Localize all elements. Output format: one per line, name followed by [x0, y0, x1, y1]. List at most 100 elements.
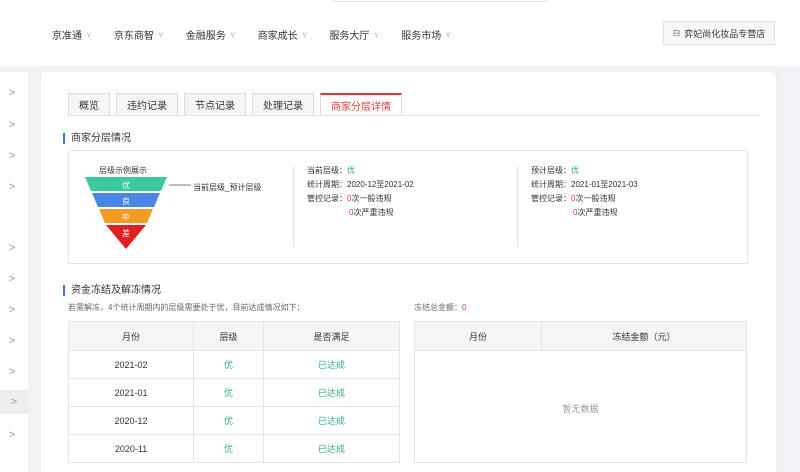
tab-handling-records[interactable]: 处理记录 — [252, 93, 314, 115]
section-title-freeze: 资金冻结及解冻情况 — [63, 285, 161, 296]
chevron-right-icon[interactable]: > — [6, 86, 18, 100]
table-header-row: 月份 层级 是否满足 — [67, 321, 401, 351]
chevron-right-icon[interactable]: > — [6, 180, 18, 194]
nav-item-label: 京东商智 — [113, 31, 154, 42]
funnel-level-label: 优 — [122, 180, 130, 190]
table-row: 2021-01 优 已达成 — [67, 378, 401, 407]
freeze-total: 冻结总金额：0 — [414, 302, 466, 313]
chevron-right-icon[interactable]: > — [6, 149, 18, 163]
tab-merchant-layer-details[interactable]: 商家分层详情 — [320, 93, 402, 115]
nav-item-label: 服务大厅 — [329, 31, 370, 42]
level-cell: 优 — [193, 378, 264, 407]
section-title-layer: 商家分层情况 — [63, 133, 131, 144]
level-cell: 优 — [193, 406, 264, 435]
tab-divider — [68, 115, 761, 116]
store-name: 弈妃尚化妆品专营店 — [684, 28, 766, 39]
nav-item-jingzhuntong[interactable]: 京准通 ∨ — [52, 27, 92, 42]
column-header: 层级 — [193, 321, 264, 351]
freeze-description: 若需解冻，4个统计周期内的层级需要处于优，目前达成情况如下： — [68, 303, 305, 312]
predicted-period-value: 2021-01至2021-03 — [571, 180, 638, 189]
tab-node-records[interactable]: 节点记录 — [184, 93, 246, 115]
empty-state-text: 暂无数据 — [562, 404, 599, 414]
top-bar: 京准通 ∨ 京东商智 ∨ 金融服务 ∨ 商家成长 ∨ 服务大厅 ∨ 服务市场 ∨ ⊟ 弈妃尚… — [0, 0, 800, 66]
predicted-serious-text: 次严重违规 — [577, 208, 618, 217]
store-icon: ⊟ — [672, 27, 681, 38]
month-cell: 2020-11 — [67, 434, 195, 463]
nav-item-label: 京准通 — [52, 31, 82, 42]
main-nav: 京准通 ∨ 京东商智 ∨ 金融服务 ∨ 商家成长 ∨ 服务大厅 ∨ 服务市场 ∨ — [52, 27, 473, 42]
current-level-value: 优 — [347, 166, 355, 175]
nav-item-label: 商家成长 — [257, 31, 298, 42]
chevron-right-icon[interactable]: > — [6, 272, 18, 286]
chevron-down-icon: ∨ — [229, 30, 236, 39]
funnel-level-label: 差 — [122, 228, 130, 238]
tab-overview[interactable]: 概览 — [68, 93, 110, 115]
table-row: 2020-12 优 已达成 — [67, 406, 401, 435]
table-header-row: 月份 冻结金额（元） — [415, 322, 746, 351]
funnel-title: 层级示例展示 — [99, 166, 147, 175]
current-period-value: 2020-12至2021-02 — [347, 180, 414, 189]
month-cell: 2021-02 — [67, 350, 195, 379]
predicted-layer-info: 预计层级：优 统计周期：2021-01至2021-03 管控记录：0次一般违规 … — [531, 164, 638, 220]
chevron-right-icon[interactable]: > — [6, 428, 18, 442]
freeze-total-label: 冻结总金额： — [414, 303, 462, 312]
funnel-note: 当前层级_预计层级 — [193, 183, 262, 192]
divider — [517, 166, 518, 246]
level-cell: 优 — [193, 434, 264, 463]
tab-bar: 概览 违约记录 节点记录 处理记录 商家分层详情 — [68, 93, 408, 115]
chevron-right-icon[interactable]: > — [0, 390, 28, 414]
level-cell: 优 — [193, 350, 264, 379]
current-general-text: 次一般违规 — [351, 194, 392, 203]
chevron-right-icon[interactable]: > — [6, 241, 18, 255]
column-header: 月份 — [67, 321, 195, 351]
column-header: 是否满足 — [262, 321, 401, 351]
frozen-amount-table: 月份 冻结金额（元） 暂无数据 — [414, 321, 747, 463]
tab-violation-records[interactable]: 违约记录 — [116, 93, 178, 115]
predicted-control-label: 管控记录： — [531, 194, 571, 203]
nav-item-shangzhi[interactable]: 京东商智 ∨ — [114, 27, 164, 42]
chevron-right-icon[interactable]: > — [6, 365, 18, 379]
nav-item-service-market[interactable]: 服务市场 ∨ — [401, 27, 451, 42]
freeze-total-value: 0 — [462, 303, 467, 312]
chevron-right-icon[interactable]: > — [6, 118, 18, 132]
column-header: 月份 — [415, 322, 542, 350]
search-box[interactable] — [330, 0, 550, 2]
chevron-right-icon[interactable]: > — [6, 303, 18, 317]
store-button[interactable]: ⊟ 弈妃尚化妆品专营店 — [663, 21, 775, 45]
current-control-label: 管控记录： — [307, 194, 347, 203]
chevron-down-icon: ∨ — [301, 30, 308, 39]
predicted-level-value: 优 — [571, 166, 579, 175]
status-cell: 已达成 — [262, 350, 401, 379]
current-period-label: 统计周期： — [307, 180, 347, 189]
predicted-level-label: 预计层级： — [531, 166, 571, 175]
nav-item-label: 金融服务 — [185, 31, 226, 42]
layer-box: 层级示例展示 优 良 中 差 当前层级_预计层级 当前层级：优 统计周期：202… — [68, 150, 748, 264]
month-cell: 2020-12 — [67, 406, 195, 435]
table-row: 2020-11 优 已达成 — [67, 434, 401, 463]
layer-status-table: 月份 层级 是否满足 2021-02 优 已达成 2021-01 优 已达成 2… — [67, 321, 401, 463]
month-cell: 2021-01 — [67, 378, 195, 407]
chevron-down-icon: ∨ — [373, 30, 380, 39]
predicted-period-label: 统计周期： — [531, 180, 571, 189]
funnel-level-label: 中 — [122, 212, 130, 222]
nav-item-finance[interactable]: 金融服务 ∨ — [186, 27, 236, 42]
table-row: 2021-02 优 已达成 — [67, 350, 401, 379]
funnel-level-label: 良 — [122, 196, 130, 206]
predicted-general-text: 次一般违规 — [575, 194, 616, 203]
status-cell: 已达成 — [262, 434, 401, 463]
nav-item-label: 服务市场 — [401, 31, 442, 42]
chevron-right-icon[interactable]: > — [6, 334, 18, 348]
chevron-down-icon: ∨ — [157, 30, 164, 39]
status-cell: 已达成 — [262, 378, 401, 407]
chevron-down-icon: ∨ — [86, 30, 92, 39]
chevron-down-icon: ∨ — [445, 30, 452, 39]
nav-item-growth[interactable]: 商家成长 ∨ — [258, 27, 308, 42]
divider — [293, 166, 294, 246]
current-serious-text: 次严重违规 — [353, 208, 394, 217]
nav-item-service-hall[interactable]: 服务大厅 ∨ — [329, 27, 379, 42]
main-card: 概览 违约记录 节点记录 处理记录 商家分层详情 商家分层情况 层级示例展示 优… — [41, 72, 776, 472]
left-sidebar: > > > > > > > > > > > — [0, 72, 28, 472]
column-header: 冻结金额（元） — [612, 331, 676, 342]
current-layer-info: 当前层级：优 统计周期：2020-12至2021-02 管控记录：0次一般违规 … — [307, 164, 414, 220]
status-cell: 已达成 — [262, 406, 401, 435]
